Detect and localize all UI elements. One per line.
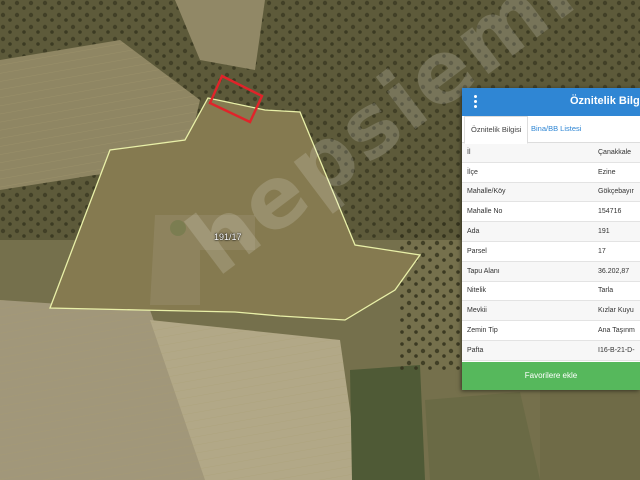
attribute-key: Zemin Tip bbox=[462, 320, 598, 341]
tab-bar: Öznitelik Bilgisi Bina/BB Listesi bbox=[462, 116, 640, 144]
tab-attribute-info[interactable]: Öznitelik Bilgisi bbox=[464, 116, 529, 144]
attribute-value: Ana Taşınm bbox=[598, 320, 640, 341]
attribute-key: Nitelik bbox=[462, 281, 598, 302]
panel-title: Öznitelik Bilgisi bbox=[570, 95, 640, 107]
table-row: Zemin Tip Ana Taşınm bbox=[462, 320, 640, 341]
table-row: Pafta I16-B-21-D- bbox=[462, 340, 640, 361]
table-row: İl Çanakkale bbox=[462, 143, 640, 163]
add-to-favorites-button[interactable]: Favorilere ekle bbox=[462, 362, 640, 390]
attribute-key: Mahalle No bbox=[462, 201, 598, 223]
tab-building-list[interactable]: Bina/BB Listesi bbox=[525, 116, 587, 142]
attribute-value: 154716 bbox=[598, 201, 640, 223]
attribute-table: İl Çanakkale İlçe Ezine Mahalle/Köy Gökçebayı… bbox=[462, 143, 640, 361]
attribute-key: Ada bbox=[462, 221, 598, 242]
attribute-value: 17 bbox=[598, 241, 640, 262]
attribute-value: I16-B-21-D- bbox=[598, 340, 640, 361]
attribute-value: 191 bbox=[598, 221, 640, 242]
attribute-value: Kızlar Kuyu bbox=[598, 300, 640, 322]
parcel-label: 191/17 bbox=[214, 232, 242, 242]
attribute-value: Çanakkale bbox=[598, 143, 640, 163]
table-row: Parsel 17 bbox=[462, 241, 640, 262]
table-row: Nitelik Tarla bbox=[462, 281, 640, 302]
panel-header: Öznitelik Bilgisi bbox=[462, 88, 640, 116]
kebab-menu-icon[interactable] bbox=[470, 95, 480, 109]
table-row: İlçe Ezine bbox=[462, 162, 640, 183]
attribute-key: Tapu Alanı bbox=[462, 261, 598, 282]
attribute-value: 36.202,87 bbox=[598, 261, 640, 282]
attribute-key: Parsel bbox=[462, 241, 598, 262]
attribute-key: İl bbox=[462, 143, 598, 163]
table-row: Tapu Alanı 36.202,87 bbox=[462, 261, 640, 282]
table-row: Mahalle No 154716 bbox=[462, 201, 640, 223]
table-row: Mahalle/Köy Gökçebayır bbox=[462, 182, 640, 203]
attribute-key: Mahalle/Köy bbox=[462, 182, 598, 203]
table-row: Mevkii Kızlar Kuyu bbox=[462, 300, 640, 322]
table-row: Ada 191 bbox=[462, 221, 640, 242]
attribute-key: Pafta bbox=[462, 340, 598, 361]
attribute-value: Tarla bbox=[598, 281, 640, 302]
attribute-value: Gökçebayır bbox=[598, 182, 640, 203]
attribute-value: Ezine bbox=[598, 162, 640, 183]
attribute-panel: Öznitelik Bilgisi Öznitelik Bilgisi Bina… bbox=[462, 88, 640, 390]
attribute-key: Mevkii bbox=[462, 300, 598, 322]
attribute-key: İlçe bbox=[462, 162, 598, 183]
